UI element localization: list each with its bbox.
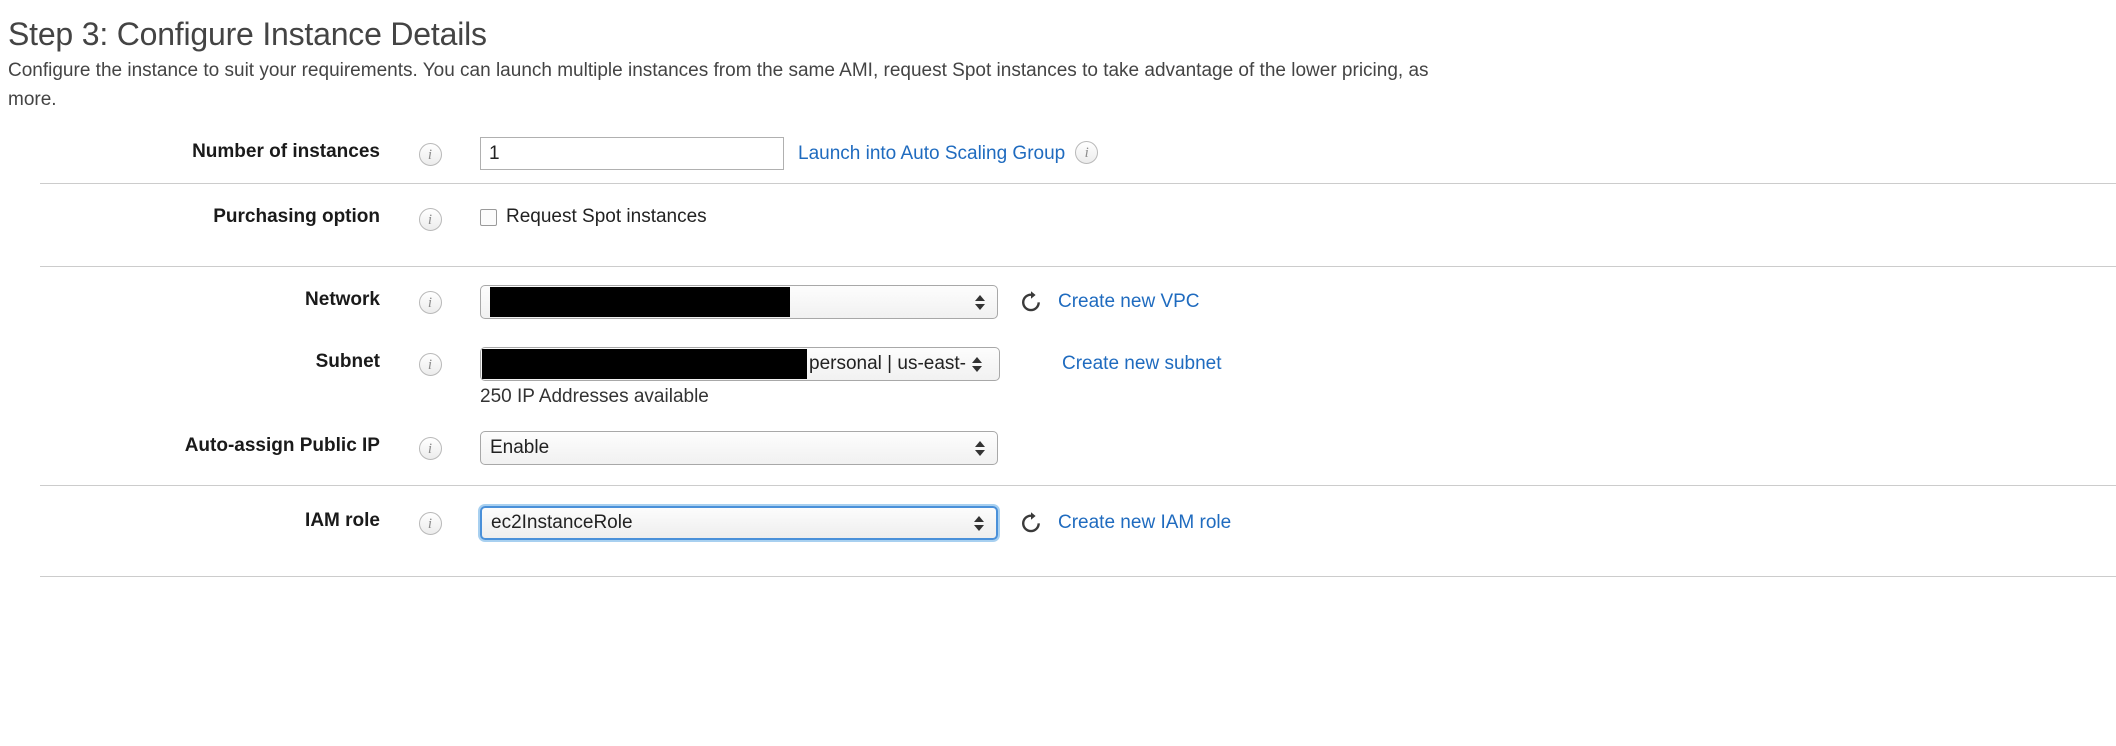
- label-subnet: Subnet: [315, 351, 380, 372]
- subnet-helper-text: 250 IP Addresses available: [480, 386, 709, 407]
- info-icon[interactable]: i: [418, 437, 442, 460]
- subnet-select[interactable]: personal | us-east-: [480, 347, 1000, 381]
- divider: [40, 576, 2116, 577]
- subnet-block: personal | us-east- 250 IP Addresses ava…: [480, 347, 1000, 408]
- info-cell-subnet: i: [380, 341, 480, 376]
- refresh-icon[interactable]: [1018, 506, 1044, 540]
- select-stepper-icon[interactable]: [966, 348, 994, 380]
- control-purchasing-option: Request Spot instances: [480, 196, 2116, 228]
- control-subnet: personal | us-east- 250 IP Addresses ava…: [480, 341, 2116, 408]
- launch-into-auto-scaling-group-link[interactable]: Launch into Auto Scaling Group: [798, 137, 1065, 171]
- page-description-line2: more.: [8, 89, 57, 110]
- row-number-of-instances: Number of instances i Launch into Auto S…: [0, 131, 2116, 183]
- instance-details-form: Number of instances i Launch into Auto S…: [0, 131, 2116, 577]
- iam-role-select[interactable]: ec2InstanceRole: [480, 506, 998, 540]
- info-cell-network: i: [380, 279, 480, 314]
- label-number-of-instances: Number of instances: [192, 141, 380, 162]
- create-new-vpc-link[interactable]: Create new VPC: [1058, 285, 1200, 319]
- control-network: Create new VPC: [480, 279, 2116, 319]
- page-title: Step 3: Configure Instance Details: [8, 16, 487, 52]
- redaction-bar: [482, 349, 807, 379]
- info-icon[interactable]: i: [1075, 141, 1099, 164]
- auto-assign-public-ip-select[interactable]: Enable: [480, 431, 998, 465]
- info-icon[interactable]: i: [418, 353, 442, 376]
- info-icon[interactable]: i: [418, 512, 442, 535]
- info-cell-auto-assign-public-ip: i: [380, 425, 480, 460]
- create-new-subnet-link[interactable]: Create new subnet: [1062, 347, 1222, 381]
- page-description: Configure the instance to suit your requ…: [8, 56, 2116, 114]
- row-iam-role: IAM role i ec2InstanceRole Create new IA…: [0, 486, 2116, 564]
- select-stepper-icon[interactable]: [968, 508, 996, 538]
- create-new-iam-role-link[interactable]: Create new IAM role: [1058, 506, 1231, 540]
- control-iam-role: ec2InstanceRole Create new IAM role: [480, 500, 2116, 540]
- page-header: Step 3: Configure Instance Details Confi…: [0, 0, 2116, 114]
- info-icon[interactable]: i: [418, 291, 442, 314]
- row-subnet: Subnet i personal | us-east- 250 IP Addr…: [0, 331, 2116, 419]
- request-spot-instances-checkbox-wrap[interactable]: Request Spot instances: [480, 202, 707, 228]
- label-iam-role: IAM role: [305, 510, 380, 531]
- auto-assign-public-ip-value: Enable: [490, 437, 550, 458]
- label-purchasing-option: Purchasing option: [213, 206, 380, 227]
- iam-role-value: ec2InstanceRole: [491, 512, 633, 533]
- label-auto-assign-public-ip: Auto-assign Public IP: [184, 435, 380, 456]
- control-number-of-instances: Launch into Auto Scaling Group i: [480, 131, 2116, 171]
- number-of-instances-input[interactable]: [480, 137, 784, 170]
- select-stepper-icon[interactable]: [969, 286, 997, 318]
- refresh-icon[interactable]: [1018, 285, 1044, 319]
- row-network: Network i Create new VPC: [0, 267, 2116, 331]
- network-select-value: [481, 287, 969, 317]
- network-select[interactable]: [480, 285, 998, 319]
- info-cell-purchasing-option: i: [380, 196, 480, 231]
- select-stepper-icon[interactable]: [969, 432, 997, 464]
- row-purchasing-option: Purchasing option i Request Spot instanc…: [0, 184, 2116, 266]
- info-cell-number-of-instances: i: [380, 131, 480, 166]
- request-spot-instances-label[interactable]: Request Spot instances: [506, 206, 707, 228]
- row-auto-assign-public-ip: Auto-assign Public IP i Enable: [0, 419, 2116, 485]
- label-network: Network: [305, 289, 380, 310]
- subnet-select-value: personal | us-east-: [809, 353, 967, 374]
- info-cell-iam-role: i: [380, 500, 480, 535]
- redaction-bar: [490, 287, 790, 317]
- control-auto-assign-public-ip: Enable: [480, 425, 2116, 465]
- info-icon[interactable]: i: [418, 143, 442, 166]
- page-description-line1: Configure the instance to suit your requ…: [8, 60, 1429, 81]
- request-spot-instances-checkbox[interactable]: [480, 208, 497, 226]
- info-icon[interactable]: i: [418, 208, 442, 231]
